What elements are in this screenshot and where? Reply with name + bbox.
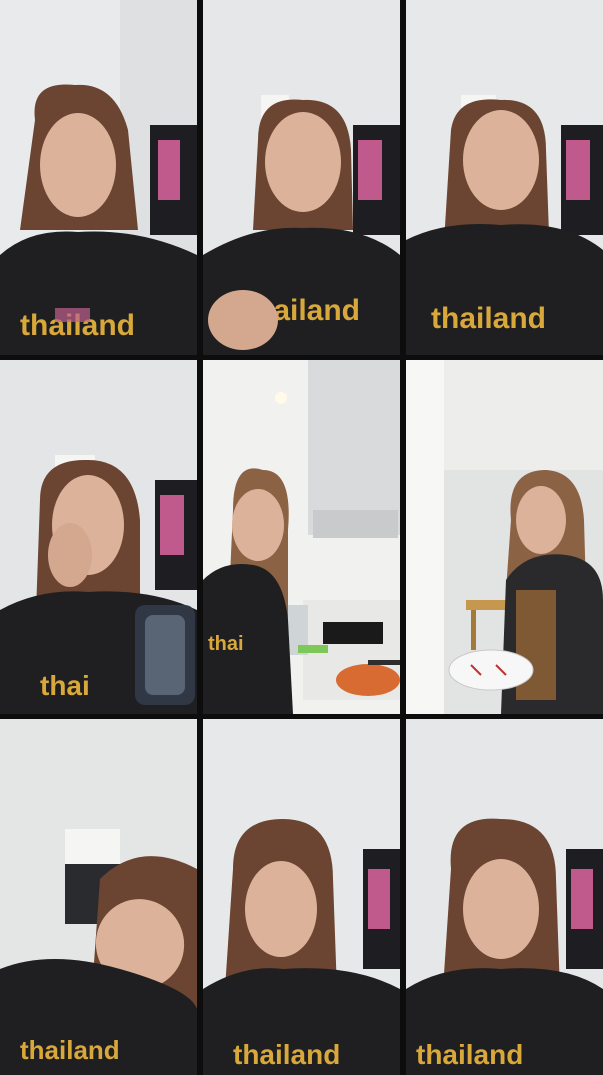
kitchen-photo: thai: [203, 360, 400, 714]
selfie-photo: thailand: [406, 0, 603, 355]
dining-photo: [406, 360, 603, 714]
photo-tile-3: thailand: [406, 0, 603, 355]
selfie-photo: thai: [0, 360, 197, 714]
svg-text:thailand: thailand: [416, 1039, 523, 1070]
photo-tile-2: thailand: [203, 0, 400, 355]
selfie-photo: thailand: [203, 719, 400, 1075]
photo-tile-7: thailand: [0, 719, 197, 1075]
photo-tile-1: thailand: [0, 0, 197, 355]
selfie-photo: thailand: [406, 719, 603, 1075]
selfie-photo: thailand: [0, 719, 197, 1075]
svg-text:thai: thai: [208, 633, 244, 655]
selfie-photo: thailand: [203, 0, 400, 355]
photo-tile-4: thai: [0, 360, 197, 714]
svg-text:thailand: thailand: [233, 1039, 340, 1070]
svg-text:thailand: thailand: [20, 1035, 120, 1065]
photo-tile-6: [406, 360, 603, 714]
svg-text:thai: thai: [40, 670, 90, 701]
selfie-photo: thailand: [0, 0, 197, 355]
photo-tile-5: thai: [203, 360, 400, 714]
photo-collage-grid: thailand thailand thailand thai thai tha…: [0, 0, 603, 1075]
svg-text:thailand: thailand: [431, 302, 546, 335]
photo-tile-8: thailand: [203, 719, 400, 1075]
photo-tile-9: thailand: [406, 719, 603, 1075]
